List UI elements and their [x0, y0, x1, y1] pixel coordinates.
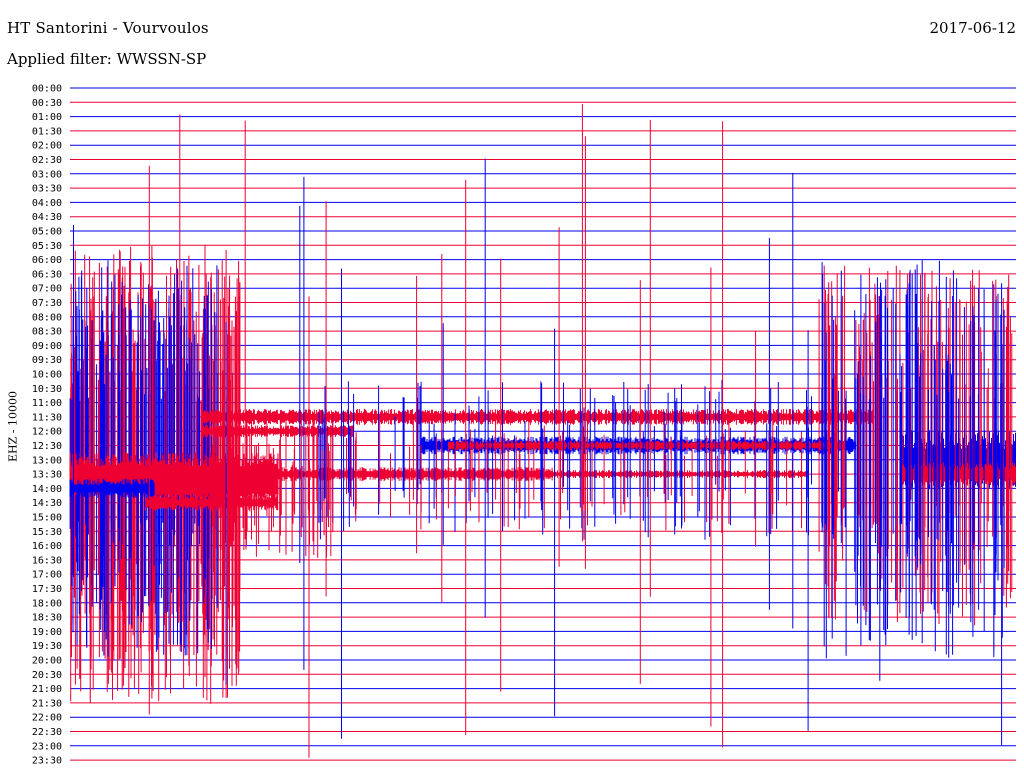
time-tick-label: 18:00	[32, 598, 62, 609]
time-tick-label: 13:30	[32, 470, 62, 481]
time-tick-label: 13:00	[32, 455, 62, 466]
time-tick-label: 15:30	[32, 527, 62, 538]
time-tick-label: 05:00	[32, 227, 62, 238]
time-tick-label: 01:30	[32, 126, 62, 137]
time-tick-label: 22:00	[32, 713, 62, 724]
time-tick-label: 00:30	[32, 98, 62, 109]
time-tick-label: 15:00	[32, 513, 62, 524]
time-tick-label: 14:30	[32, 498, 62, 509]
time-tick-label: 23:00	[32, 741, 62, 752]
time-tick-label: 08:30	[32, 327, 62, 338]
time-tick-label: 07:30	[32, 298, 62, 309]
time-tick-label: 04:00	[32, 198, 62, 209]
time-tick-label: 09:30	[32, 355, 62, 366]
time-tick-label: 11:00	[32, 398, 62, 409]
time-tick-label: 23:30	[32, 756, 62, 767]
time-tick-label: 00:00	[32, 84, 62, 95]
time-tick-label: 21:30	[32, 698, 62, 709]
time-tick-labels: 00:00 00:30 01:00 01:30 02:00 02:30 03:00 03:30…	[32, 84, 62, 767]
helicorder-plot: 00:00 00:30 01:00 01:30 02:00 02:30 03:00 03:30…	[32, 84, 1016, 767]
time-tick-label: 03:00	[32, 169, 62, 180]
time-tick-label: 05:30	[32, 241, 62, 252]
time-tick-label: 17:00	[32, 570, 62, 581]
time-tick-label: 20:00	[32, 656, 62, 667]
time-tick-label: 22:30	[32, 727, 62, 738]
seismic-trace	[201, 425, 354, 438]
time-tick-label: 20:30	[32, 670, 62, 681]
time-tick-label: 11:30	[32, 412, 62, 423]
time-tick-label: 06:00	[32, 255, 62, 266]
time-tick-label: 09:00	[32, 341, 62, 352]
time-tick-label: 02:00	[32, 141, 62, 152]
seismic-spikes	[211, 418, 332, 558]
time-tick-label: 19:30	[32, 641, 62, 652]
time-tick-label: 08:00	[32, 312, 62, 323]
time-tick-label: 18:30	[32, 613, 62, 624]
time-tick-label: 12:00	[32, 427, 62, 438]
time-tick-label: 06:30	[32, 269, 62, 280]
time-tick-label: 16:00	[32, 541, 62, 552]
time-tick-label: 16:30	[32, 555, 62, 566]
time-tick-label: 19:00	[32, 627, 62, 638]
time-tick-label: 03:30	[32, 184, 62, 195]
time-tick-label: 01:00	[32, 112, 62, 123]
time-tick-label: 10:00	[32, 370, 62, 381]
time-tick-label: 14:00	[32, 484, 62, 495]
time-tick-label: 07:00	[32, 284, 62, 295]
time-tick-label: 04:30	[32, 212, 62, 223]
seismic-trace	[145, 494, 279, 511]
time-tick-label: 17:30	[32, 584, 62, 595]
time-tick-label: 21:00	[32, 684, 62, 695]
time-tick-label: 02:30	[32, 155, 62, 166]
time-tick-label: 12:30	[32, 441, 62, 452]
time-tick-label: 10:30	[32, 384, 62, 395]
